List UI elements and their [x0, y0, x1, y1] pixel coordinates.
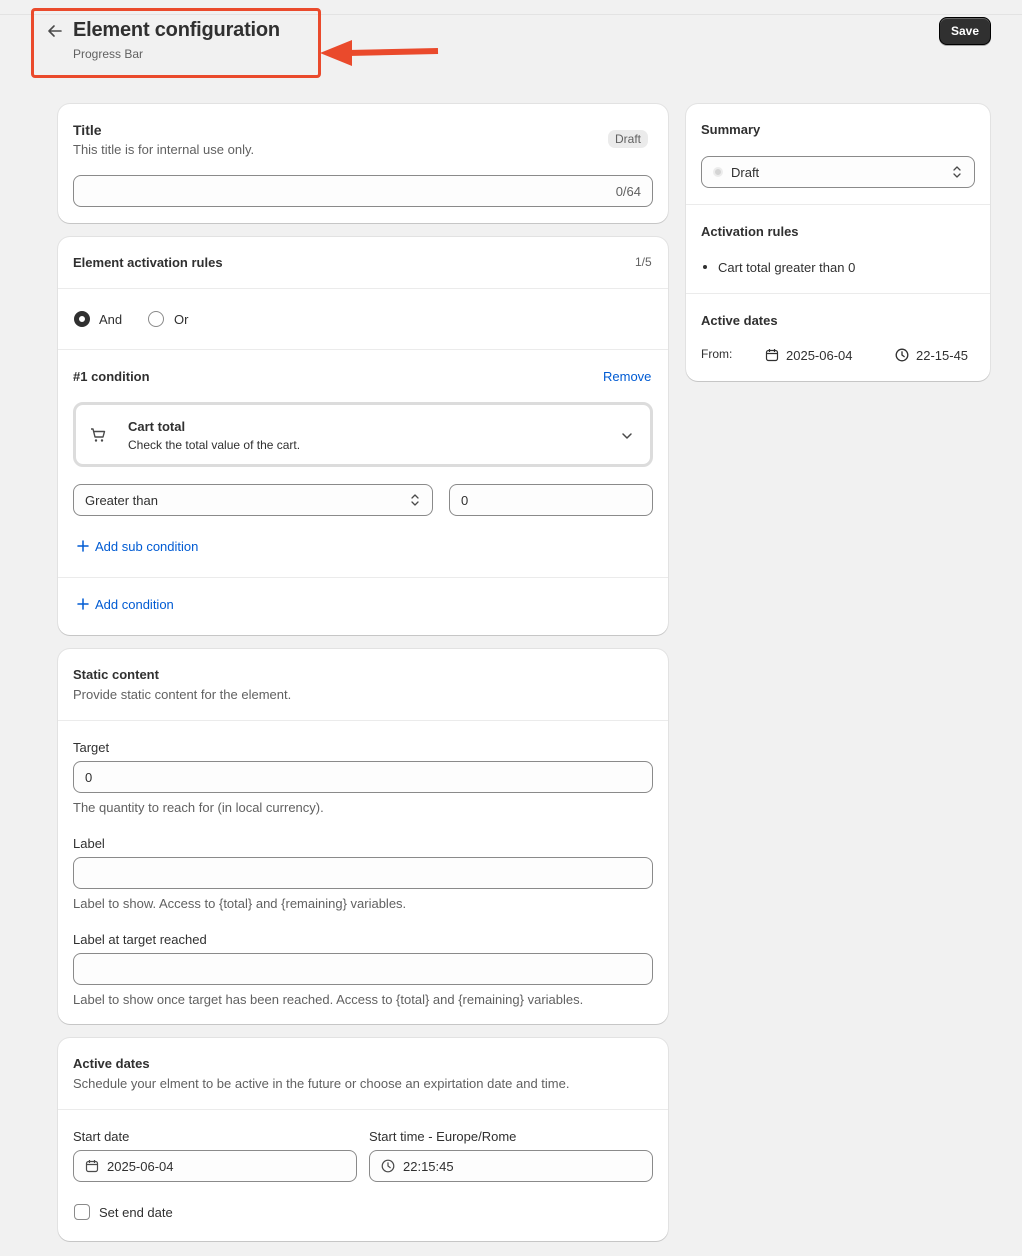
summary-heading: Summary	[701, 122, 761, 137]
remove-condition-link[interactable]: Remove	[603, 369, 651, 384]
set-end-date-checkbox[interactable]	[74, 1204, 90, 1220]
from-date: 2025-06-04	[786, 348, 853, 363]
static-content-card: Static content Provide static content fo…	[58, 649, 668, 1024]
arrow-left-icon[interactable]	[46, 22, 64, 40]
from-time: 22-15-45	[916, 348, 969, 363]
condition-heading: #1 condition	[73, 369, 150, 384]
start-time-input[interactable]: 22:15:45	[369, 1150, 653, 1182]
start-time-value: 22:15:45	[403, 1158, 454, 1174]
reached-help: Label to show once target has been reach…	[73, 992, 584, 1007]
status-select[interactable]: Draft	[701, 156, 975, 188]
calendar-icon	[85, 1160, 99, 1173]
plus-icon	[77, 598, 89, 610]
start-date-label: Start date	[73, 1129, 130, 1144]
activation-rule-item: Cart total greater than 0	[703, 260, 855, 275]
activation-rule-text: Cart total greater than 0	[718, 260, 856, 275]
add-sub-condition-button[interactable]: Add sub condition	[77, 539, 198, 554]
select-arrows-icon	[953, 166, 961, 178]
status-dot-icon	[713, 167, 723, 177]
page-subtitle: Progress Bar	[73, 47, 144, 61]
activation-rules-card: Element activation rules 1/5 And Or #1 c…	[58, 237, 668, 635]
status-badge: Draft	[608, 130, 649, 148]
reached-label: Label at target reached	[73, 932, 207, 947]
radio-or[interactable]	[148, 311, 164, 327]
title-card: Title This title is for internal use onl…	[58, 104, 668, 223]
title-description: This title is for internal use only.	[73, 142, 255, 157]
start-date-value: 2025-06-04	[107, 1158, 174, 1174]
add-condition-button[interactable]: Add condition	[77, 597, 174, 612]
static-heading: Static content	[73, 667, 159, 682]
target-label: Target	[73, 740, 110, 755]
annotation-arrow-icon	[320, 40, 439, 66]
condition-type-title: Cart total	[128, 419, 186, 434]
target-help: The quantity to reach for (in local curr…	[73, 800, 324, 815]
operator-value: Greater than	[85, 492, 158, 508]
radio-or-label: Or	[174, 312, 189, 327]
add-sub-condition-label: Add sub condition	[95, 539, 199, 554]
active-dates-card: Active dates Schedule your elment to be …	[58, 1038, 668, 1241]
clock-icon	[895, 348, 909, 362]
rules-count: 1/5	[635, 255, 652, 269]
from-label: From:	[701, 347, 733, 361]
calendar-icon	[765, 349, 779, 362]
dates-description: Schedule your elment to be active in the…	[73, 1076, 570, 1091]
condition-type-select[interactable]: Cart total Check the total value of the …	[73, 402, 653, 467]
label-label: Label	[73, 836, 105, 851]
target-input[interactable]: 0	[73, 761, 653, 793]
label-input[interactable]	[73, 857, 653, 889]
divider	[58, 288, 668, 289]
rules-heading: Element activation rules	[73, 255, 223, 270]
operator-select[interactable]: Greater than	[73, 484, 433, 516]
target-value: 0	[85, 769, 93, 785]
set-end-date-label: Set end date	[99, 1205, 173, 1220]
divider	[58, 349, 668, 350]
title-heading: Title	[73, 122, 102, 138]
title-input[interactable]: 0/64	[73, 175, 653, 207]
divider	[686, 204, 990, 205]
radio-and[interactable]	[74, 311, 90, 327]
cart-icon	[91, 428, 106, 442]
radio-and-label: And	[99, 312, 123, 327]
status-select-value: Draft	[731, 164, 760, 180]
divider	[58, 577, 668, 578]
clock-icon	[381, 1159, 395, 1173]
start-date-input[interactable]: 2025-06-04	[73, 1150, 357, 1182]
divider	[58, 720, 668, 721]
char-count: 0/64	[615, 183, 641, 199]
divider	[58, 1109, 668, 1110]
amount-value: 0	[461, 492, 469, 508]
reached-label-input[interactable]	[73, 953, 653, 985]
summary-dates-heading: Active dates	[701, 313, 778, 328]
start-time-label: Start time - Europe/Rome	[369, 1129, 517, 1144]
bullet	[703, 265, 707, 269]
add-condition-label: Add condition	[95, 597, 174, 612]
chevron-down-icon	[622, 433, 632, 439]
dates-heading: Active dates	[73, 1056, 150, 1071]
select-arrows-icon	[411, 494, 419, 506]
divider	[686, 293, 990, 294]
amount-input[interactable]: 0	[449, 484, 653, 516]
summary-card: Summary Draft Activation rules Cart tota…	[686, 104, 990, 381]
condition-type-description: Check the total value of the cart.	[128, 438, 301, 452]
plus-icon	[77, 540, 89, 552]
activation-rules-heading: Activation rules	[701, 224, 799, 239]
static-description: Provide static content for the element.	[73, 687, 292, 702]
page-title: Element configuration	[73, 19, 280, 41]
label-help: Label to show. Access to {total} and {re…	[73, 896, 407, 911]
save-button[interactable]: Save	[939, 17, 991, 45]
